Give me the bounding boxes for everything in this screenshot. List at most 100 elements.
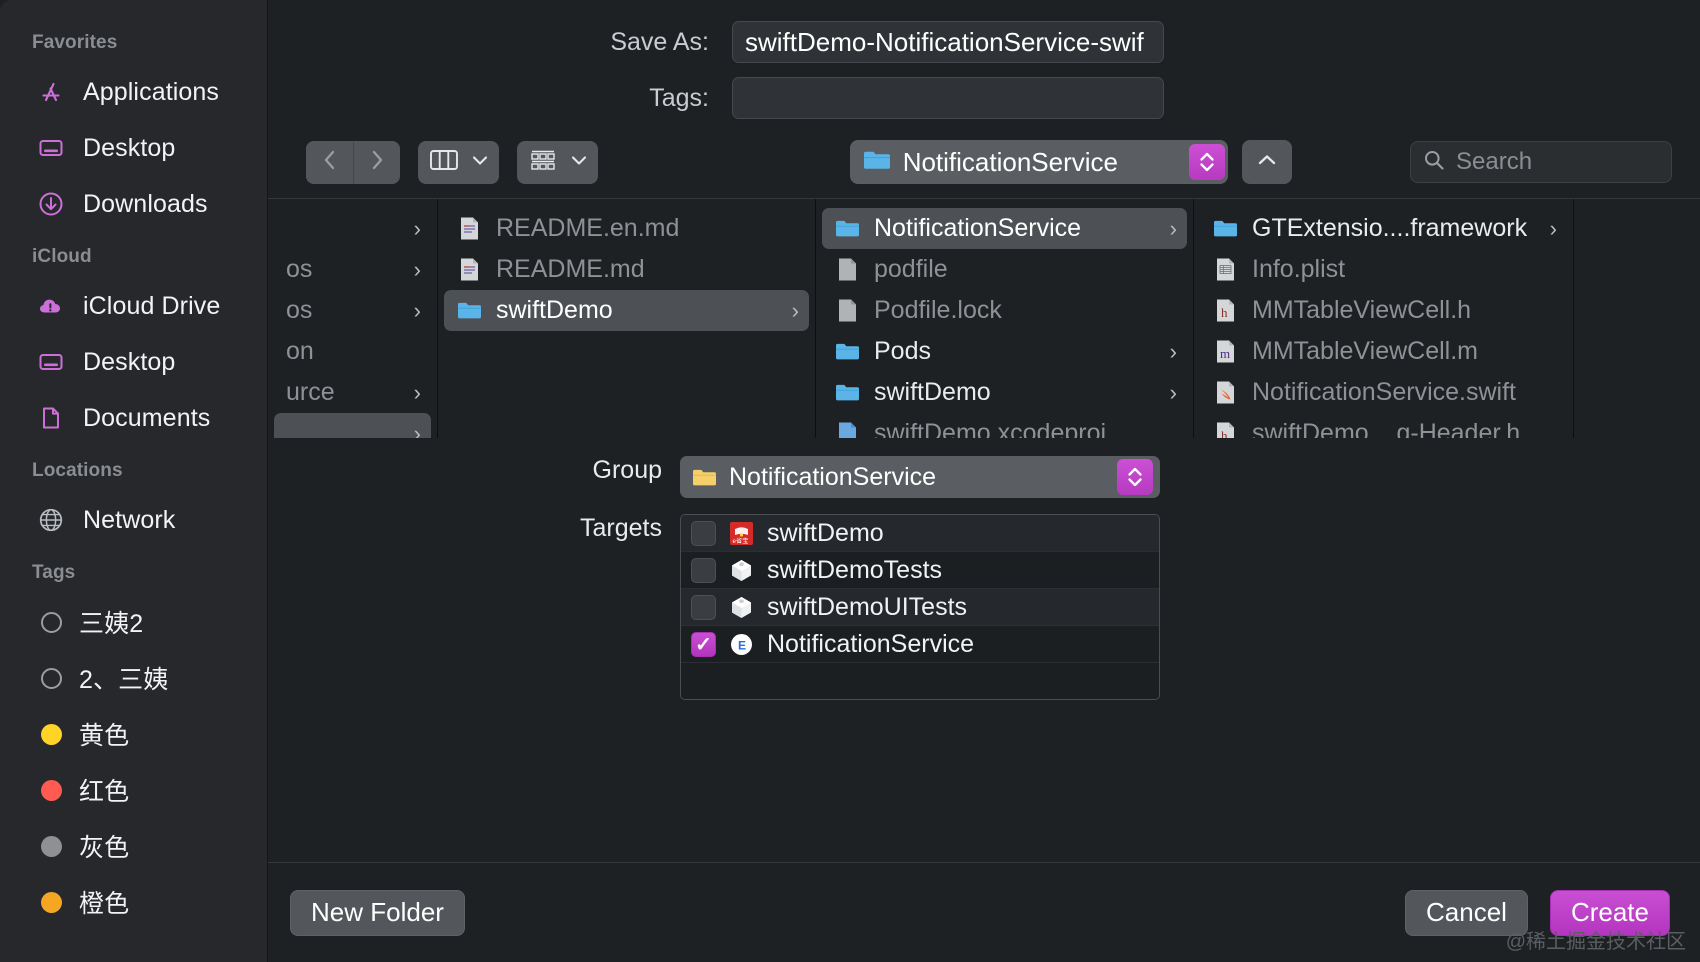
search-field[interactable] (1410, 141, 1672, 183)
file-row-selected[interactable]: NotificationService › (822, 208, 1187, 249)
md-file-icon (456, 215, 483, 242)
tag-dot-icon (41, 835, 62, 857)
new-folder-button[interactable]: New Folder (290, 889, 465, 936)
target-checkbox-checked[interactable]: ✓ (691, 631, 716, 657)
accessory-view: Group NotificationService Targets e省宝 sw… (268, 438, 1700, 700)
file-row[interactable]: swiftDemo › (822, 372, 1187, 413)
sidebar-item-downloads[interactable]: Downloads (0, 176, 267, 232)
file-name: MMTableViewCell.h (1252, 296, 1472, 324)
file-row[interactable]: › (274, 208, 431, 249)
save-as-row: Save As: swiftDemo-NotificationService-s… (268, 14, 1700, 70)
sidebar-tag-item[interactable]: 红色 (0, 762, 267, 818)
chevron-right-icon: › (413, 379, 421, 405)
dialog-main-panel: Save As: swiftDemo-NotificationService-s… (268, 0, 1700, 962)
stepper-up-down-icon[interactable] (1117, 459, 1153, 495)
blue-folder-icon (834, 338, 861, 365)
file-row[interactable]: urce › (274, 372, 431, 413)
sidebar-tag-item[interactable]: 橙色 (0, 874, 267, 930)
current-folder-popup[interactable]: NotificationService (849, 140, 1228, 184)
file-row[interactable]: m MMTableViewCell.m (1200, 331, 1567, 372)
browser-column[interactable]: README.en.md README.md swiftDemo › (438, 199, 816, 438)
file-row[interactable]: on (274, 331, 431, 372)
stepper-up-down-icon[interactable] (1189, 144, 1225, 180)
save-dialog-window: Favorites Applications Desktop Downloads… (0, 0, 1700, 962)
sidebar-item-applications[interactable]: Applications (0, 64, 267, 120)
target-checkbox[interactable] (691, 594, 716, 620)
group-popup-button[interactable]: NotificationService (680, 456, 1160, 498)
file-row[interactable]: Podfile.lock (822, 290, 1187, 331)
target-list-item[interactable]: swiftDemoUITests (681, 589, 1159, 626)
search-input[interactable] (1456, 148, 1659, 176)
target-list-item[interactable]: swiftDemoTests (681, 552, 1159, 589)
file-row[interactable]: GTExtensio....framework › (1200, 208, 1567, 249)
target-list-item[interactable]: e省宝 swiftDemo (681, 515, 1159, 552)
sidebar-item-label: 橙色 (79, 890, 130, 918)
sidebar-item-label: 黄色 (79, 722, 130, 750)
sidebar-item-label: Downloads (83, 189, 208, 218)
browser-column[interactable]: GTExtensio....framework › Info.plist h M… (1194, 199, 1574, 438)
blue-folder-icon (862, 148, 892, 177)
group-label: Group (592, 456, 662, 484)
browser-toolbar: NotificationService (268, 126, 1700, 198)
go-up-button[interactable] (1242, 140, 1292, 184)
file-name: urce (286, 378, 335, 406)
chevron-right-icon: › (1169, 379, 1177, 405)
view-mode-popup[interactable] (418, 140, 499, 184)
tags-input[interactable] (732, 77, 1164, 119)
file-row[interactable]: os › (274, 290, 431, 331)
chevron-right-icon: › (413, 215, 421, 241)
file-row[interactable]: README.en.md (444, 208, 809, 249)
file-row[interactable]: swiftDemo.xcodeproj (822, 413, 1187, 438)
back-button[interactable] (306, 140, 353, 184)
target-name: swiftDemoTests (767, 555, 943, 584)
tag-dot-icon (41, 891, 62, 913)
tag-dot-icon (41, 779, 62, 801)
file-row-selected[interactable]: › (274, 413, 431, 438)
file-name: swiftDemo (496, 296, 613, 324)
file-row[interactable]: h MMTableViewCell.h (1200, 290, 1567, 331)
file-row[interactable]: Pods › (822, 331, 1187, 372)
target-name: swiftDemoUITests (767, 592, 968, 621)
group-by-popup[interactable] (517, 140, 598, 184)
md-file-icon (456, 256, 483, 283)
file-row[interactable]: NotificationService.swift (1200, 372, 1567, 413)
save-as-input[interactable]: swiftDemo-NotificationService-swif (732, 21, 1164, 63)
file-row[interactable]: podfile (822, 249, 1187, 290)
sidebar-item-network[interactable]: Network (0, 492, 267, 548)
chevron-left-icon (320, 148, 340, 177)
sidebar-item-label: Desktop (83, 347, 176, 376)
sidebar-tag-item[interactable]: 灰色 (0, 818, 267, 874)
file-row[interactable]: os › (274, 249, 431, 290)
chevron-right-icon: › (413, 256, 421, 282)
plain-file-icon (834, 297, 861, 324)
targets-list[interactable]: e省宝 swiftDemo swiftDemoTests swiftDemoUI… (680, 514, 1160, 700)
sidebar-item-desktop[interactable]: Desktop (0, 120, 267, 176)
sidebar-tag-item[interactable]: 三姨2 (0, 594, 267, 650)
forward-button[interactable] (353, 140, 400, 184)
sidebar-item-icloud-desktop[interactable]: Desktop (0, 334, 267, 390)
target-checkbox[interactable] (691, 520, 716, 546)
sidebar-tag-item[interactable]: 黄色 (0, 706, 267, 762)
file-row[interactable]: h swiftDemo....g-Header.h (1200, 413, 1567, 438)
browser-column[interactable]: › os › os › on urce › › (268, 199, 438, 438)
sidebar-item-documents[interactable]: Documents (0, 390, 267, 446)
svg-text:h: h (1221, 305, 1228, 320)
plain-file-icon (834, 256, 861, 283)
blue-folder-icon (834, 379, 861, 406)
target-checkbox[interactable] (691, 557, 716, 583)
browser-column[interactable]: NotificationService › podfile Podfile.lo… (816, 199, 1194, 438)
file-row[interactable]: README.md (444, 249, 809, 290)
sidebar-item-label: Desktop (83, 133, 176, 162)
sidebar-tag-item[interactable]: 2、三姨 (0, 650, 267, 706)
sidebar-item-icloud-drive[interactable]: iCloud Drive (0, 278, 267, 334)
sidebar-item-label: 灰色 (79, 834, 130, 862)
target-list-item[interactable]: ✓ E NotificationService (681, 626, 1159, 663)
sidebar-item-label: 2、三姨 (79, 666, 169, 694)
file-row[interactable]: Info.plist (1200, 249, 1567, 290)
file-row-selected[interactable]: swiftDemo › (444, 290, 809, 331)
tags-label: Tags: (649, 83, 709, 112)
dialog-footer: New Folder Cancel Create (268, 862, 1700, 962)
network-globe-icon (36, 505, 66, 535)
save-form: Save As: swiftDemo-NotificationService-s… (268, 0, 1700, 126)
documents-icon (36, 403, 66, 433)
